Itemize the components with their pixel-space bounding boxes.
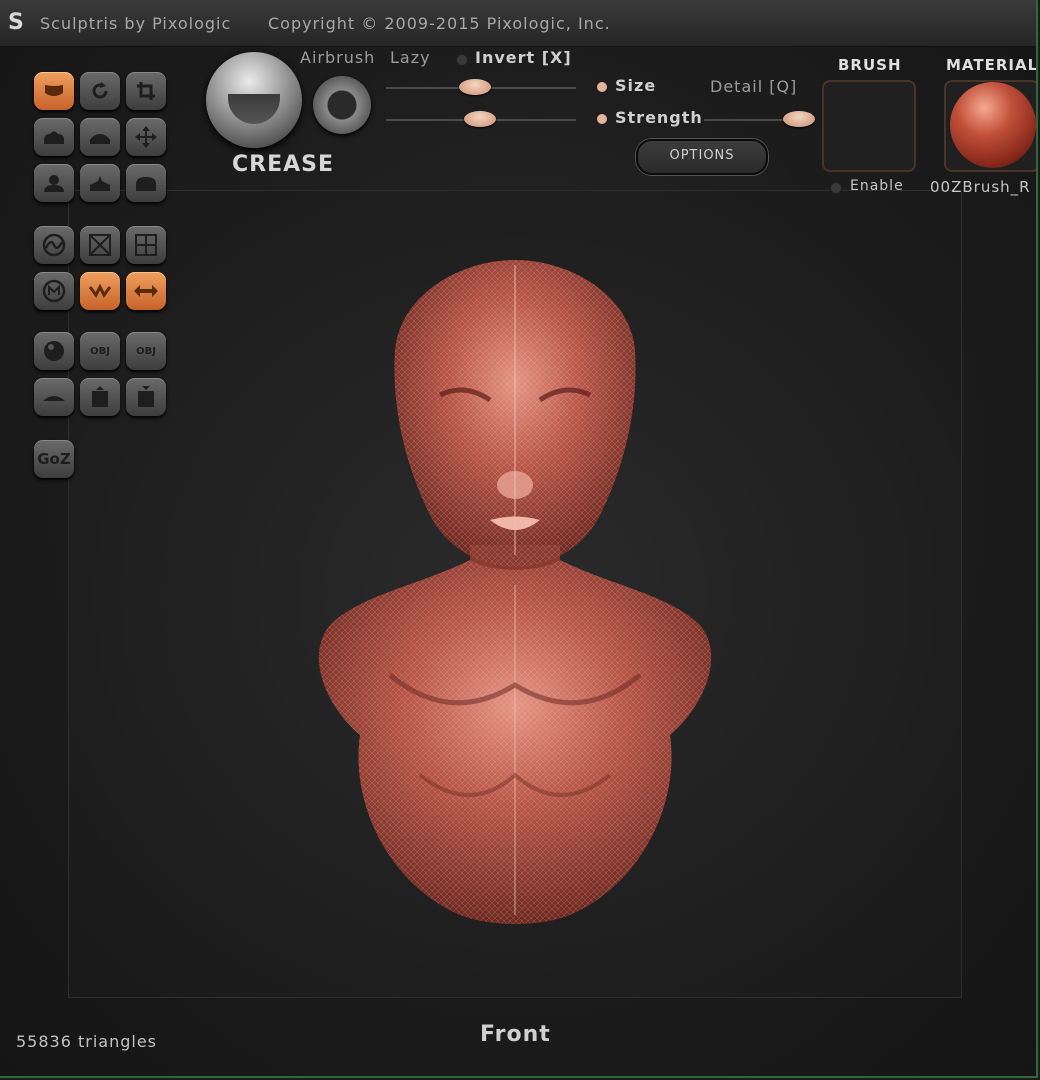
brush-texture-slot[interactable]: [822, 80, 916, 172]
crop-tool-icon[interactable]: [126, 72, 166, 110]
brush-enable-toggle[interactable]: [830, 182, 842, 194]
airbrush-label[interactable]: Airbrush: [300, 48, 375, 67]
inflate-tool-icon[interactable]: [34, 118, 74, 156]
detail-slider-knob[interactable]: [783, 111, 815, 127]
sphere-icon[interactable]: [34, 332, 74, 370]
import-obj-icon[interactable]: OBJ: [80, 332, 120, 370]
lazy-label[interactable]: Lazy: [390, 48, 431, 67]
crease-active-icon[interactable]: [80, 272, 120, 310]
app-copyright: Copyright © 2009-2015 Pixologic, Inc.: [268, 14, 611, 33]
goz-icon[interactable]: GoZ: [34, 440, 74, 478]
flatten-tool-icon[interactable]: [34, 164, 74, 202]
export-obj-icon[interactable]: OBJ: [126, 332, 166, 370]
brush-enable-label[interactable]: Enable: [850, 178, 904, 194]
airbrush-toggle[interactable]: [313, 76, 371, 134]
sculptris-s-logo-icon: S: [8, 10, 24, 35]
strength-label: Strength: [615, 108, 703, 127]
invert-toggle[interactable]: [456, 54, 468, 66]
options-button[interactable]: OPTIONS: [636, 139, 768, 175]
wireframe-icon[interactable]: [80, 226, 120, 264]
brush-panel-title: BRUSH: [838, 56, 902, 74]
brush-preview[interactable]: [206, 52, 302, 148]
size-indicator: [597, 82, 607, 92]
draw-tool-icon[interactable]: [34, 72, 74, 110]
title-bar: S Sculptris by Pixologic Copyright © 200…: [0, 0, 1036, 47]
invert-label[interactable]: Invert [X]: [475, 48, 572, 67]
brush-name: CREASE: [232, 152, 335, 177]
move-tool-icon[interactable]: [126, 118, 166, 156]
import-obj-label: OBJ: [90, 345, 110, 357]
export-obj-label: OBJ: [136, 345, 156, 357]
pinch-tool-icon[interactable]: [80, 118, 120, 156]
rotate-tool-icon[interactable]: [80, 72, 120, 110]
save-file-icon[interactable]: [126, 378, 166, 416]
detail-label: Detail [Q]: [710, 77, 798, 96]
open-file-icon[interactable]: [80, 378, 120, 416]
material-panel-title: MATERIAL: [946, 56, 1038, 74]
view-label[interactable]: Front: [480, 1022, 551, 1047]
smooth-tool-icon[interactable]: [126, 164, 166, 202]
mirror-icon[interactable]: [126, 272, 166, 310]
strength-indicator: [597, 114, 607, 124]
app-title: Sculptris by Pixologic: [40, 14, 232, 33]
grid-icon[interactable]: [126, 226, 166, 264]
goz-label: GoZ: [37, 450, 71, 468]
material-preview-ball: [950, 82, 1036, 168]
size-slider-knob[interactable]: [459, 79, 491, 95]
strength-slider-knob[interactable]: [464, 111, 496, 127]
size-label: Size: [615, 76, 657, 95]
material-icon[interactable]: [34, 272, 74, 310]
symmetry-icon[interactable]: [34, 226, 74, 264]
layer-tool-icon[interactable]: [80, 164, 120, 202]
material-name: 00ZBrush_R: [930, 178, 1031, 196]
triangle-count: 55836 triangles: [16, 1032, 158, 1051]
material-slot[interactable]: [944, 80, 1036, 172]
sculptris-window: S Sculptris by Pixologic Copyright © 200…: [0, 0, 1038, 1078]
plane-icon[interactable]: [34, 378, 74, 416]
sculpt-model[interactable]: [300, 255, 730, 935]
